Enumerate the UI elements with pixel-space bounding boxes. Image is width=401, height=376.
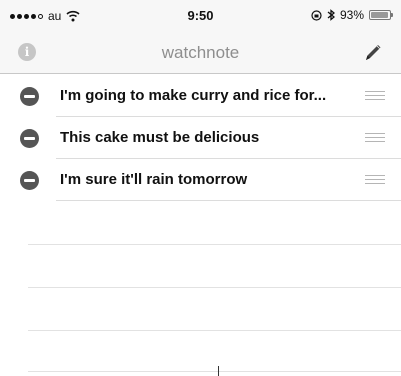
empty-row-divider xyxy=(28,330,401,331)
list-item[interactable]: I'm going to make curry and rice for... xyxy=(0,75,401,117)
list-item[interactable]: This cake must be delicious xyxy=(0,117,401,159)
notes-list: I'm going to make curry and rice for... … xyxy=(0,75,401,201)
reorder-handle-icon[interactable] xyxy=(365,91,385,100)
delete-button[interactable] xyxy=(20,129,39,148)
note-text: I'm going to make curry and rice for... xyxy=(60,87,327,104)
note-text: I'm sure it'll rain tomorrow xyxy=(60,171,248,188)
orientation-lock-icon xyxy=(311,9,322,21)
edit-button[interactable] xyxy=(361,40,385,64)
text-caret xyxy=(218,366,219,376)
reorder-handle-icon[interactable] xyxy=(365,133,385,142)
status-right: 93% xyxy=(311,8,393,22)
nav-bar: i watchnote xyxy=(0,30,401,74)
empty-row-divider xyxy=(28,371,401,372)
empty-row-divider xyxy=(28,244,401,245)
reorder-handle-icon[interactable] xyxy=(365,175,385,184)
bluetooth-icon xyxy=(327,9,335,21)
pencil-icon xyxy=(366,45,381,60)
battery-percentage: 93% xyxy=(339,8,364,22)
battery-fill xyxy=(371,12,388,18)
delete-button[interactable] xyxy=(20,171,39,190)
status-bar: au 9:50 93% xyxy=(0,0,401,30)
battery-icon xyxy=(369,10,393,20)
empty-row-divider xyxy=(28,287,401,288)
list-item[interactable]: I'm sure it'll rain tomorrow xyxy=(0,159,401,201)
note-text: This cake must be delicious xyxy=(60,129,260,146)
page-title: watchnote xyxy=(161,43,240,62)
delete-button[interactable] xyxy=(20,87,39,106)
